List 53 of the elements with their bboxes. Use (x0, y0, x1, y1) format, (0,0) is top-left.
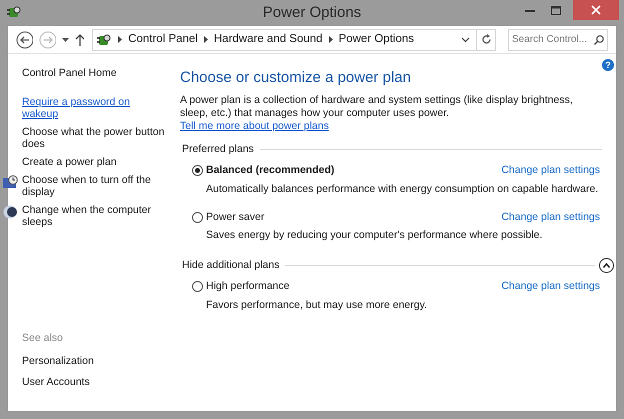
chevron-up-icon (603, 263, 610, 268)
battery-plug-icon (96, 32, 112, 48)
refresh-icon (480, 34, 492, 45)
help-link[interactable]: Tell me more about power plans (180, 120, 329, 132)
group-heading: Hide additional plans (181, 258, 280, 273)
chevron-icon (204, 36, 208, 43)
sidebar-link[interactable]: Choose what the power button does (22, 126, 168, 150)
chevron-down-icon[interactable] (461, 36, 470, 42)
plan-name: High performance (206, 279, 290, 294)
back-icon[interactable] (16, 30, 34, 48)
address-bar[interactable]: Control Panel Hardware and Sound Power Options (92, 28, 477, 50)
refresh-button[interactable] (477, 28, 496, 50)
close-button[interactable] (573, 0, 619, 20)
search-icon (594, 34, 604, 44)
battery-plug-icon (6, 4, 22, 20)
plan-name: Power saver (206, 210, 264, 224)
up-arrow-icon[interactable] (74, 34, 84, 46)
radio-button[interactable] (192, 165, 203, 176)
sidebar-link[interactable]: User Accounts (22, 375, 180, 391)
page-heading: Choose or customize a power plan (180, 69, 412, 87)
sidebar-link[interactable]: Personalization (22, 354, 180, 370)
monitor-clock-icon (3, 175, 18, 189)
section-heading: See also (22, 330, 64, 346)
radio-button[interactable] (192, 281, 203, 292)
collapse-button[interactable] (599, 258, 614, 273)
chevron-icon (328, 36, 333, 43)
settings-link[interactable]: Change plan settings (501, 163, 600, 179)
chevron-icon (118, 36, 122, 43)
plan-name: Balanced (recommended) (206, 163, 334, 178)
plan-description: Saves energy by reducing your computer's performance where possible. (205, 228, 544, 244)
sidebar-link[interactable]: Require a password on wakeup (22, 96, 168, 120)
moon-icon (3, 205, 17, 219)
plan-description: Automatically balances performance with energy consumption on capable hardware. (205, 182, 600, 197)
minimize-icon[interactable] (525, 8, 535, 12)
breadcrumb[interactable]: Hardware and Sound (214, 30, 323, 48)
dropdown-caret-icon[interactable] (62, 38, 69, 42)
close-icon (591, 5, 601, 15)
plan-description: Favors performance, but may use more energy. (205, 298, 428, 313)
settings-link[interactable]: Change plan settings (501, 279, 600, 295)
breadcrumb[interactable]: Power Options (338, 30, 414, 48)
maximize-icon[interactable] (551, 6, 561, 14)
settings-link[interactable]: Change plan settings (501, 210, 600, 226)
sidebar-link[interactable]: Choose when to turn off the display (22, 174, 168, 198)
sidebar-link[interactable]: Change when the computer sleeps (22, 204, 168, 228)
help-button[interactable]: ? (602, 59, 614, 71)
search-field[interactable]: Search Control... (508, 28, 608, 50)
group-heading: Preferred plans (181, 142, 255, 157)
sidebar-link[interactable]: Control Panel Home (22, 67, 168, 79)
breadcrumb[interactable]: Control Panel (128, 30, 198, 48)
radio-button[interactable] (192, 212, 203, 223)
sidebar-link[interactable]: Create a power plan (22, 156, 168, 168)
window-title: Power Options (262, 2, 362, 23)
description-text: A power plan is a collection of hardware and system settings (like display brightness, sleep, etc.) that manages how your computer uses power. Tell me more about power plans (180, 94, 574, 133)
